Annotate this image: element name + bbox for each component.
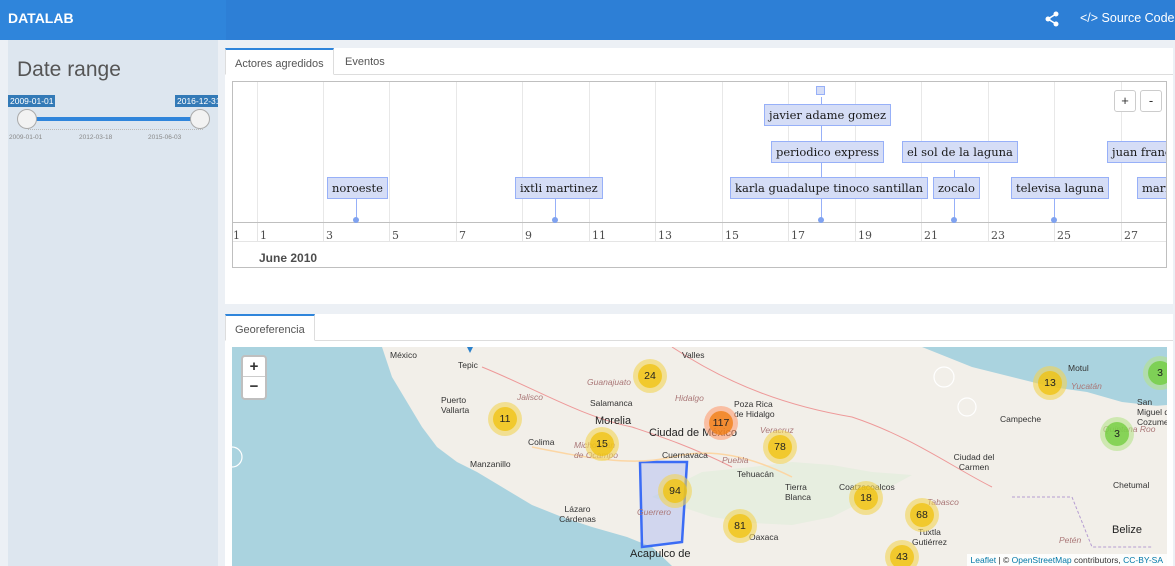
timeline-day-tick: 5 <box>392 229 399 242</box>
slider-to-label: 2016-12-31 <box>175 95 218 107</box>
slider-from-label: 2009-01-01 <box>8 95 56 107</box>
map-place-label: Ciudad del Carmen <box>953 452 995 472</box>
map-cluster[interactable]: 78 <box>763 430 797 464</box>
timeline-item[interactable]: noroeste <box>327 177 388 199</box>
leaflet-link[interactable]: Leaflet <box>971 555 997 565</box>
timeline-day-tick: 19 <box>858 229 872 242</box>
attribution-contrib: contributors, <box>1071 555 1124 565</box>
map-place-label: Campeche <box>1000 414 1042 424</box>
map-place-label: Guerrero <box>637 507 672 517</box>
tab-georeferencia[interactable]: Georeferencia <box>225 314 315 341</box>
timeline[interactable]: 1 1 3 5 7 9 11 13 15 17 19 21 23 25 27 J… <box>232 81 1167 268</box>
date-range-slider-track[interactable] <box>28 117 203 121</box>
map-place-label: Puebla <box>722 455 749 465</box>
map-cluster[interactable]: 11 <box>488 402 522 436</box>
sidebar: Date range 2009-01-01 2016-12-31 2009-01… <box>8 40 218 566</box>
attribution-sep: | © <box>996 555 1012 565</box>
map-attribution: Leaflet | © OpenStreetMap contributors, … <box>966 554 1167 566</box>
georeference-panel: Georeferencia + − México Tepic Valles Gu… <box>225 314 1173 566</box>
slider-tick-label: 2015-06-03 <box>148 134 182 141</box>
map-place-label: Cuernavaca <box>662 450 708 460</box>
slider-tick-label: 2009-01-01 <box>9 134 43 141</box>
map-place-label: Salamanca <box>590 398 633 408</box>
map-place-label: Valles <box>682 350 705 360</box>
map-place-label: Jalisco <box>517 392 543 402</box>
timeline-item[interactable]: zocalo <box>933 177 980 199</box>
map-place-label: Tepic <box>458 360 478 370</box>
timeline-day-tick: 11 <box>592 229 606 242</box>
timeline-item[interactable]: javier adame gomez <box>764 104 892 126</box>
timeline-item[interactable]: mari <box>1137 177 1166 199</box>
top-navbar: DATALAB </> Source Code <box>0 0 1175 40</box>
map-place-label: Hidalgo <box>675 393 704 403</box>
map-cluster[interactable]: 24 <box>633 359 667 393</box>
timeline-tabs: Actores agredidos Eventos <box>225 48 1173 75</box>
slider-ticks <box>28 125 203 130</box>
timeline-item[interactable]: el sol de la laguna <box>902 141 1018 163</box>
timeline-day-tick: 13 <box>658 229 672 242</box>
osm-link[interactable]: OpenStreetMap <box>1012 555 1072 565</box>
map-cluster[interactable]: 3 <box>1100 417 1134 451</box>
timeline-item[interactable]: televisa laguna <box>1011 177 1110 199</box>
map-marker-icon[interactable] <box>463 347 477 355</box>
timeline-item[interactable]: karla guadalupe tinoco santillan <box>730 177 928 199</box>
map-cluster[interactable]: 117 <box>704 406 738 440</box>
timeline-zoom-in-button[interactable]: + <box>1114 90 1136 112</box>
map-place-label: Chetumal <box>1113 480 1150 490</box>
timeline-panel: Actores agredidos Eventos 1 1 3 5 7 9 11… <box>225 48 1173 304</box>
timeline-day-tick: 25 <box>1057 229 1071 242</box>
map-cluster[interactable]: 43 <box>885 540 919 566</box>
map-cluster[interactable]: 15 <box>585 427 619 461</box>
geo-tabs: Georeferencia <box>225 314 1173 341</box>
map-place-label: Guanajuato <box>587 377 631 387</box>
date-range-title: Date range <box>17 58 121 81</box>
map-zoom-control: + − <box>241 355 267 400</box>
timeline-day-tick: 15 <box>725 229 739 242</box>
map-place-label: Tierra Blanca <box>785 482 811 502</box>
share-icon[interactable] <box>1043 10 1061 28</box>
timeline-day-tick: 1 <box>233 229 240 242</box>
map-place-label: Poza Rica de Hidalgo <box>734 399 775 419</box>
map-cluster[interactable]: 68 <box>905 498 939 532</box>
map-cluster[interactable]: 18 <box>849 481 883 515</box>
map-place-label: Lázaro Cárdenas <box>559 504 596 524</box>
map-place-label: Tehuacán <box>737 469 774 479</box>
app-title[interactable]: DATALAB <box>0 0 226 40</box>
timeline-day-tick: 17 <box>791 229 805 242</box>
map-place-label: San Miguel de Cozumel <box>1137 397 1167 427</box>
map-place-label: Puerto Vallarta <box>441 395 470 415</box>
map-cluster[interactable]: 81 <box>723 509 757 543</box>
map-place-label: Petén <box>1059 535 1082 545</box>
timeline-day-tick: 27 <box>1124 229 1138 242</box>
map-place-label: Motul <box>1068 363 1089 373</box>
timeline-day-tick: 1 <box>260 229 267 242</box>
map-zoom-in-button[interactable]: + <box>243 357 265 377</box>
timeline-day-tick: 21 <box>924 229 938 242</box>
tab-actores-agredidos[interactable]: Actores agredidos <box>225 48 334 75</box>
timeline-day-tick: 9 <box>525 229 532 242</box>
map-place-label: Acapulco de <box>630 548 691 560</box>
source-code-link[interactable]: </> Source Code <box>1080 11 1175 25</box>
timeline-item[interactable]: ixtli martinez <box>515 177 603 199</box>
map-cluster[interactable]: 94 <box>658 474 692 508</box>
timeline-item[interactable]: juan franc <box>1107 141 1166 163</box>
map-zoom-out-button[interactable]: − <box>243 377 265 397</box>
slider-tick-label: 2012-03-18 <box>79 134 113 141</box>
map-cluster[interactable]: 13 <box>1033 366 1067 400</box>
license-link[interactable]: CC-BY-SA <box>1123 555 1163 565</box>
map-place-label: Yucatán <box>1071 381 1102 391</box>
map-place-label: México <box>390 350 417 360</box>
map-place-label: Manzanillo <box>470 459 511 469</box>
map-place-label: Colima <box>528 437 555 447</box>
map-place-label: Morelia <box>595 415 632 427</box>
map-place-label: Belize <box>1112 524 1142 536</box>
timeline-item[interactable]: periodico express <box>771 141 885 163</box>
timeline-day-tick: 7 <box>459 229 466 242</box>
timeline-month-label: June 2010 <box>259 251 318 265</box>
tab-eventos[interactable]: Eventos <box>336 48 394 75</box>
timeline-day-tick: 23 <box>991 229 1005 242</box>
timeline-zoom-out-button[interactable]: - <box>1140 90 1162 112</box>
map[interactable]: + − México Tepic Valles Guanajuato Jalis… <box>232 347 1167 566</box>
timeline-day-tick: 3 <box>326 229 333 242</box>
